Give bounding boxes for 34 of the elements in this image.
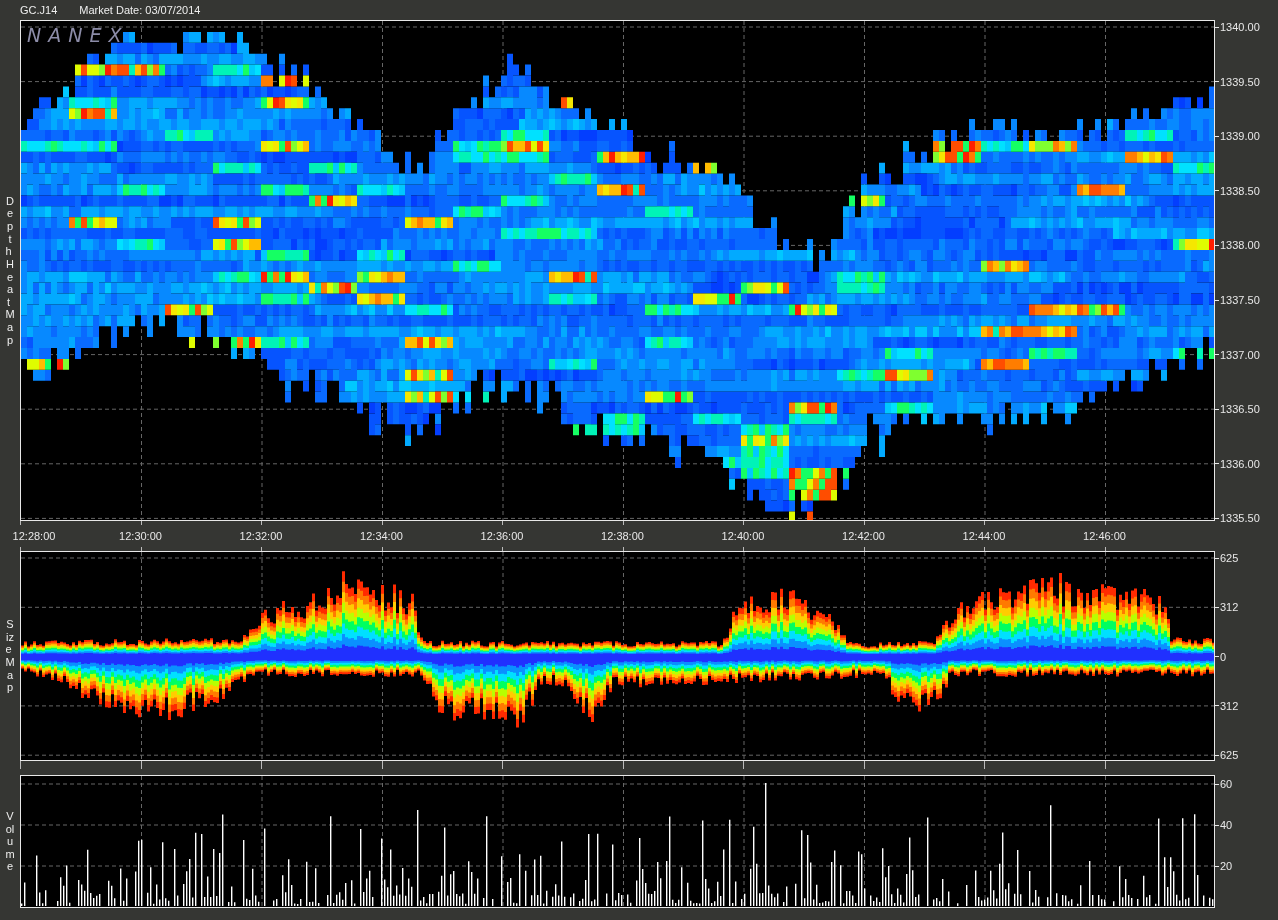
axis-label: 1337.50	[1220, 294, 1260, 306]
axis-label: 1338.50	[1220, 184, 1260, 197]
axis-label: 312	[1220, 601, 1239, 614]
axis-label: 1339.50	[1220, 75, 1260, 88]
axis-label: 625	[1220, 552, 1239, 564]
market-date: Market Date: 03/07/2014	[79, 4, 201, 16]
time-label: 12:30:00	[119, 530, 162, 542]
panel-label: Volume	[5, 809, 15, 874]
axis-label: 1339.00	[1220, 130, 1260, 143]
time-label: 12:34:00	[360, 530, 403, 542]
time-label: 12:28:00	[12, 530, 56, 542]
axis-label: 1340.00	[1220, 21, 1260, 33]
axis-label: 1335.50	[1220, 512, 1260, 525]
time-label: 12:46:00	[1083, 530, 1126, 542]
axis-label: 1337.00	[1220, 348, 1260, 361]
axis-label: 40	[1220, 819, 1233, 831]
axis-label: 60	[1220, 778, 1233, 790]
axis-label: 312	[1220, 699, 1239, 712]
axis-label: 625	[1220, 749, 1239, 762]
symbol-label: GC.J14	[20, 4, 58, 16]
time-label: 12:42:00	[842, 530, 885, 542]
axis-label: 1338.00	[1220, 239, 1260, 252]
time-label: 12:36:00	[480, 530, 524, 542]
axis-label: 1336.50	[1220, 403, 1260, 416]
panel-label: Depth Heat Map	[5, 194, 15, 347]
time-label: 12:32:00	[239, 530, 283, 542]
time-label: 12:40:00	[721, 530, 765, 542]
axis-label: 1336.00	[1220, 457, 1260, 470]
time-label: 12:44:00	[962, 530, 1006, 542]
axis-label: 20	[1220, 860, 1233, 872]
logo: NANEX	[27, 24, 129, 46]
axis-label: 0	[1220, 650, 1227, 663]
time-label: 12:38:00	[601, 530, 644, 542]
panel-label: Size Map	[5, 618, 15, 694]
